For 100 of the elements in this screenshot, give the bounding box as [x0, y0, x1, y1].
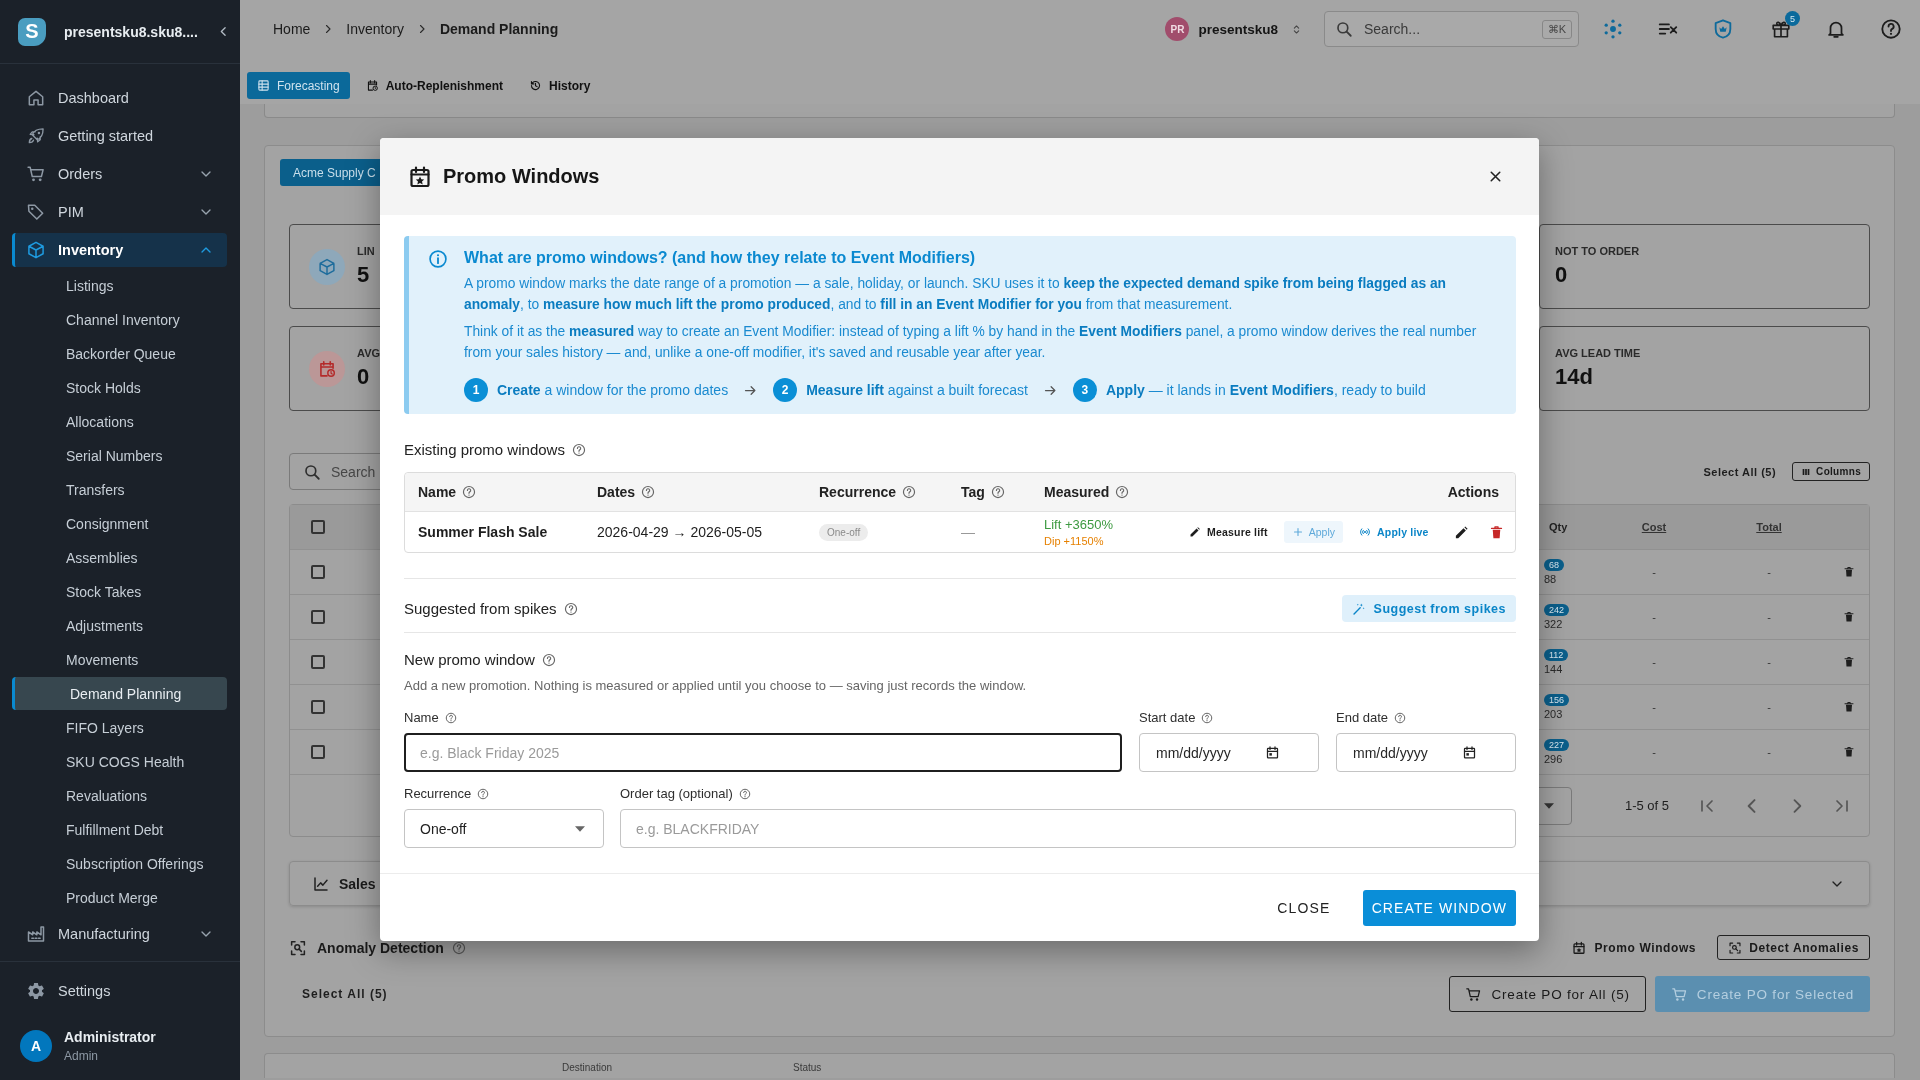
home-icon — [26, 88, 46, 108]
checkbox[interactable] — [311, 565, 325, 579]
help-icon[interactable] — [563, 601, 578, 616]
sidebar-item[interactable]: Manufacturing — [12, 915, 227, 953]
workspace-name[interactable]: presentsku8.sku8.... — [64, 23, 217, 40]
column-header[interactable]: Cost — [1641, 521, 1667, 533]
history-icon — [529, 79, 543, 92]
select-dropdown[interactable]: One-off — [404, 809, 604, 848]
sidebar-subitem[interactable]: Backorder Queue — [12, 337, 227, 371]
sidebar-subitem[interactable]: Stock Takes — [12, 575, 227, 609]
trash-icon[interactable] — [1843, 746, 1855, 758]
sidebar-subitem[interactable]: Allocations — [12, 405, 227, 439]
sidebar-subitem[interactable]: Movements — [12, 643, 227, 677]
checkbox[interactable] — [311, 700, 325, 714]
magic-wand-icon — [1351, 601, 1366, 616]
line-chart-icon — [312, 874, 330, 893]
step-number: 3 — [1072, 378, 1097, 402]
trash-icon[interactable] — [1843, 701, 1855, 713]
sidebar-subitem[interactable]: Consignment — [12, 507, 227, 541]
sidebar-subitem[interactable]: Product Merge — [12, 881, 227, 915]
help-icon[interactable] — [1880, 18, 1902, 40]
sidebar-subitem[interactable]: SKU COGS Health — [12, 745, 227, 779]
date-input[interactable]: mm/dd/yyyy — [1336, 733, 1516, 772]
sidebar-item[interactable]: Inventory — [12, 233, 227, 267]
help-icon[interactable] — [1201, 712, 1214, 724]
sidebar-subitem[interactable]: Fulfillment Debt — [12, 813, 227, 847]
measure-lift-button[interactable]: Measure lift — [1184, 522, 1273, 542]
sidebar-subitem[interactable]: Subscription Offerings — [12, 847, 227, 881]
sidebar-item[interactable]: Settings — [12, 972, 227, 1010]
sidebar-subitem[interactable]: Transfers — [12, 473, 227, 507]
help-icon[interactable] — [571, 443, 586, 457]
section-title: Suggested from spikes — [404, 598, 557, 619]
tab[interactable]: Forecasting — [247, 72, 350, 99]
account-avatar[interactable]: PR — [1165, 17, 1190, 41]
tab[interactable]: History — [519, 72, 601, 99]
sidebar-subitem[interactable]: Revaluations — [12, 779, 227, 813]
date-input[interactable]: mm/dd/yyyy — [1139, 733, 1319, 772]
sidebar-item[interactable]: Orders — [12, 155, 227, 193]
sidebar-subitem[interactable]: Assemblies — [12, 541, 227, 575]
help-icon[interactable] — [462, 485, 477, 499]
sidebar-subitem[interactable]: Stock Holds — [12, 371, 227, 405]
select-all-button[interactable]: Select All (5) — [289, 976, 401, 1012]
column-header[interactable]: Total — [1756, 521, 1782, 533]
caret-icon — [1543, 802, 1554, 809]
account-name[interactable]: presentsku8 — [1198, 21, 1278, 37]
table-cell: 322 — [1544, 618, 1563, 630]
help-icon[interactable] — [1115, 485, 1130, 499]
sidebar-item[interactable]: Dashboard — [12, 79, 227, 117]
create-window-button[interactable]: CREATE WINDOW — [1362, 890, 1516, 926]
help-icon[interactable] — [738, 788, 751, 800]
help-icon[interactable] — [902, 485, 917, 499]
table-cell: - — [1652, 611, 1656, 623]
help-icon[interactable] — [641, 485, 656, 499]
sidebar-subitem[interactable]: FIFO Layers — [12, 711, 227, 745]
text-input[interactable]: e.g. Black Friday 2025 — [404, 733, 1122, 772]
column-header[interactable]: Qty — [1549, 521, 1568, 533]
checkbox[interactable] — [311, 655, 325, 669]
stat-value: 14d — [1555, 364, 1594, 390]
step-number: 1 — [464, 378, 488, 402]
trash-icon[interactable] — [1843, 656, 1855, 668]
help-icon[interactable] — [541, 653, 556, 667]
dip-value: Dip +1150% — [1044, 535, 1104, 547]
help-icon[interactable] — [990, 485, 1005, 499]
table-cell: - — [1652, 746, 1656, 758]
trash-icon[interactable] — [1843, 611, 1855, 623]
sidebar-item[interactable]: PIM — [12, 193, 227, 231]
sidebar-subitem[interactable]: Adjustments — [12, 609, 227, 643]
sidebar-subitem[interactable]: Demand Planning — [12, 677, 227, 710]
breadcrumb-link[interactable]: Inventory — [346, 21, 404, 37]
info-icon — [428, 249, 448, 269]
sidebar-subitem[interactable]: Serial Numbers — [12, 439, 227, 473]
apply-live-button[interactable]: Apply live — [1354, 522, 1434, 542]
factory-icon — [26, 924, 46, 944]
select-all-button[interactable]: Select All (5) — [1703, 465, 1777, 478]
help-icon[interactable] — [444, 712, 457, 724]
promo-windows-button[interactable]: Promo Windows — [1564, 935, 1705, 960]
help-icon[interactable] — [477, 788, 490, 800]
help-icon[interactable] — [451, 940, 466, 955]
help-icon[interactable] — [1394, 712, 1407, 724]
calendar-icon[interactable] — [1265, 745, 1280, 760]
tab[interactable]: Auto-Replenishment — [355, 72, 514, 99]
close-button[interactable]: CLOSE — [1267, 890, 1341, 926]
lift-value: Lift +3650% — [1044, 517, 1114, 532]
checkbox[interactable] — [311, 610, 325, 624]
checkbox[interactable] — [311, 520, 325, 534]
trash-icon[interactable] — [1843, 566, 1855, 578]
columns-button[interactable]: Columns — [1792, 462, 1870, 481]
search-field[interactable]: Search... ⌘K — [1324, 11, 1579, 47]
trash-icon[interactable] — [1488, 524, 1504, 540]
checkbox[interactable] — [311, 745, 325, 759]
breadcrumb-link[interactable]: Home — [273, 21, 311, 37]
detect-anomalies-button[interactable]: Detect Anomalies — [1717, 935, 1870, 960]
pencil-icon[interactable] — [1453, 524, 1469, 540]
dialog-title: Promo Windows — [443, 165, 600, 188]
sidebar-item[interactable]: Getting started — [12, 117, 227, 155]
create-po-all-button[interactable]: Create PO for All (5) — [1449, 976, 1646, 1012]
sidebar-subitem[interactable]: Listings — [12, 269, 227, 303]
calendar-icon[interactable] — [1462, 745, 1477, 760]
field-label: Start date — [1139, 709, 1196, 727]
sidebar-subitem[interactable]: Channel Inventory — [12, 303, 227, 337]
